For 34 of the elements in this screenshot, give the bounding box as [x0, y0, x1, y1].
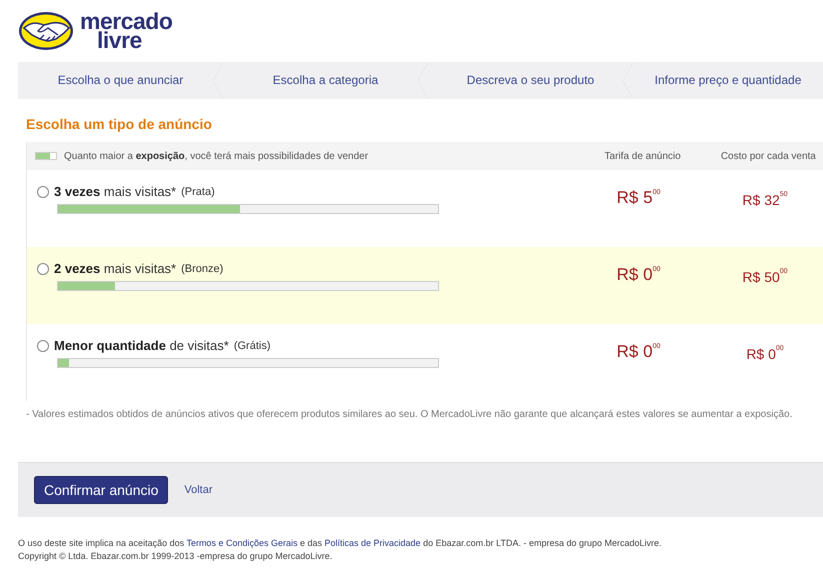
- logo-wordmark: mercado: [80, 12, 172, 31]
- section-title: Escolha um tipo de anúncio: [26, 116, 213, 134]
- step-label: Informe preço e quantidade: [654, 72, 802, 89]
- option-label: Menor quantidade de visitas*: [54, 338, 229, 353]
- tier-label: (Prata): [181, 186, 215, 198]
- tier-label: (Bronze): [181, 262, 224, 274]
- cost-price: R$ 50$^{00}$: [742, 269, 788, 285]
- tier-label: (Grátis): [234, 340, 270, 352]
- exposure-bar-icon: [35, 152, 57, 160]
- column-header: Costo por cada venta: [720, 150, 817, 162]
- disclaimer-note: - Valores estimados obtidos de anúncios ativos que oferecem produtos similares ao seu. O MercadoLivre não garante que alcançará estes valores se aumentar a exposição.: [25, 408, 794, 422]
- step-label: Descreva o seu produto: [428, 62, 633, 99]
- legend-text: Quanto maior a exposição, você terá mais possibilidades de vender: [64, 150, 368, 162]
- copyright-text: Copyright © Ltda. Ebazar.com.br 1999-2013 -empresa do grupo MercadoLivre.: [18, 550, 334, 563]
- footer-link[interactable]: Termos e Condições Gerais: [186, 538, 298, 548]
- radio-button[interactable]: [37, 262, 49, 274]
- back-link[interactable]: Voltar: [184, 484, 213, 496]
- footer-link[interactable]: Políticas de Privacidade: [324, 538, 421, 548]
- step-label: Escolha o que anunciar: [18, 62, 223, 99]
- cost-price: R$ 0$^{00}$: [746, 346, 784, 362]
- fee-price: R$ 5$^{00}$: [616, 188, 660, 207]
- fee-price: R$ 0$^{00}$: [616, 342, 660, 361]
- logo-wordmark: livre: [97, 31, 142, 50]
- cost-price: R$ 32$^{50}$: [742, 192, 788, 208]
- fee-price: R$ 0$^{00}$: [616, 265, 660, 284]
- terms-text: O uso deste site implica na aceitação dos Termos e Condições Gerais e das Políticas de Privacidade do Ebazar.com.br LTDA. - empresa do grupo MercadoLivre.: [18, 537, 663, 550]
- radio-button[interactable]: [37, 340, 49, 352]
- option-label: 3 vezes mais visitas*: [54, 184, 176, 199]
- option-label: 2 vezes mais visitas*: [54, 261, 176, 276]
- radio-button[interactable]: [37, 186, 49, 198]
- confirm-button[interactable]: Confirmar anúncio: [34, 476, 168, 504]
- step-label: Escolha a categoria: [223, 62, 428, 99]
- column-header: Tarifa de anúncio: [604, 150, 682, 162]
- handshake-logo-icon: [18, 11, 74, 51]
